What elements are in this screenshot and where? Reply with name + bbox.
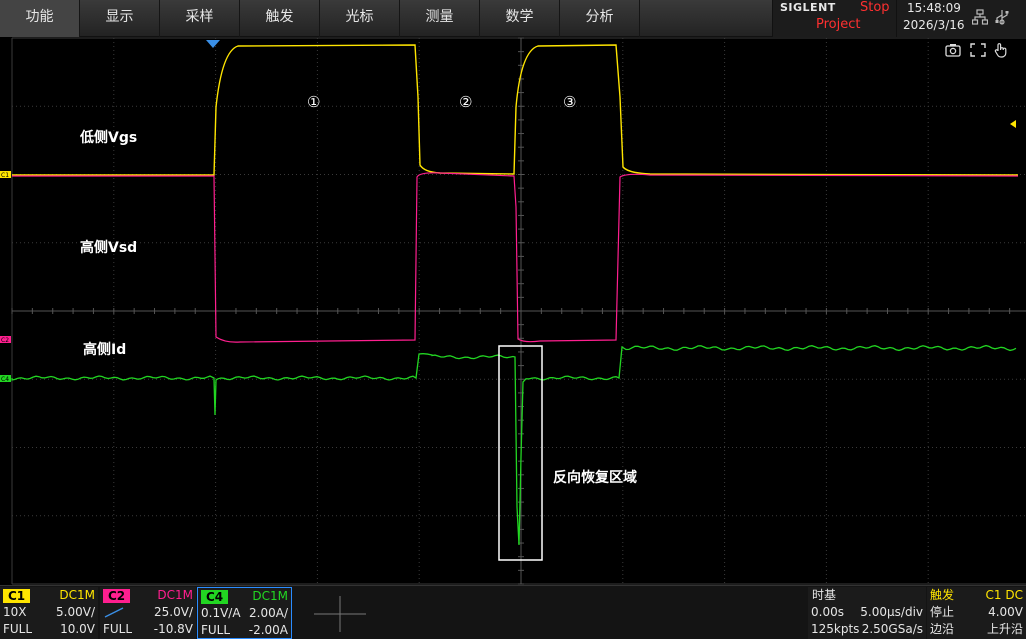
ch2-tag: C2 [103, 589, 131, 603]
trigger-level: 4.00V [988, 605, 1023, 619]
ch4-bandwidth: FULL [201, 623, 231, 637]
trigger-slope: 上升沿 [986, 622, 1023, 636]
menu-acquire[interactable]: 采样 [160, 0, 240, 37]
phase-1-label: ① [307, 93, 321, 111]
memory-depth: 125kpts [811, 622, 860, 636]
clock-date: 2026/3/16 [903, 18, 965, 32]
vgs-label: 低侧Vgs [80, 130, 138, 146]
timebase-scale: 5.00μs/div [860, 605, 923, 619]
ch4-offset-marker[interactable]: C4 [0, 375, 11, 383]
waveform-canvas[interactable]: C1 C2 C4 [0, 37, 1026, 585]
phase-2-label: ② [459, 93, 473, 111]
clock-time: 15:48:09 [907, 1, 961, 15]
waveform-display[interactable]: C1 C2 C4 低侧Vgs 高侧Vsd 高侧Id 反向恢复区域 ① ② ③ [0, 37, 1026, 585]
reverse-recovery-label: 反向恢复区域 [553, 470, 637, 486]
menu-math[interactable]: 数学 [480, 0, 560, 37]
ch1-settings[interactable]: C1 DC1M 10X 5.00V/ FULL 10.0V [0, 587, 98, 639]
sample-rate: 2.50GSa/s [861, 622, 923, 636]
ch1-offset: 10.0V [60, 622, 95, 636]
ch1-coupling: DC1M [59, 588, 95, 602]
ch4-marker-text: C4 [1, 376, 9, 383]
ch1-tag: C1 [3, 589, 31, 603]
usb-icon[interactable] [994, 9, 1010, 27]
trigger-level-marker[interactable] [1010, 120, 1016, 128]
ch2-settings[interactable]: C2 DC1M 25.0V/ FULL -10.8V [100, 587, 196, 639]
timebase-delay: 0.00s [811, 605, 844, 619]
timebase-title: 时基 [812, 588, 837, 602]
trigger-mode: 停止 [930, 605, 955, 619]
menu-analysis[interactable]: 分析 [560, 0, 640, 37]
trigger-source: C1 DC [985, 588, 1023, 602]
trigger-position-marker[interactable] [206, 40, 220, 48]
menu-cursor[interactable]: 光标 [320, 0, 400, 37]
graticule [11, 37, 1026, 585]
ch4-tag: C4 [201, 590, 229, 604]
menu-display[interactable]: 显示 [80, 0, 160, 37]
trigger-type: 边沿 [930, 622, 955, 636]
menu-trigger[interactable]: 触发 [240, 0, 320, 37]
ch4-trace [11, 344, 1017, 546]
touch-icon[interactable] [994, 42, 1008, 58]
ch4-probe: 0.1V/A [201, 606, 241, 620]
phase-3-label: ③ [563, 93, 577, 111]
add-channel-crosshair-icon[interactable] [314, 596, 366, 632]
network-icon[interactable] [972, 9, 988, 25]
ch2-bandwidth: FULL [103, 622, 133, 636]
ch2-probe-icon [104, 607, 124, 618]
ch4-scale: 2.00A/ [249, 606, 288, 620]
ch2-trace [12, 172, 1019, 343]
timebase-panel[interactable]: 时基 0.00s 5.00μs/div 125kpts 2.50GSa/s [808, 587, 926, 639]
ch1-marker-text: C1 [1, 172, 9, 179]
vsd-label: 高侧Vsd [80, 240, 138, 256]
fullscreen-icon[interactable] [970, 43, 986, 57]
trigger-panel[interactable]: 触发 C1 DC 停止 4.00V 边沿 上升沿 [927, 587, 1026, 639]
ch2-coupling: DC1M [157, 588, 193, 602]
ch2-marker-text: C2 [1, 337, 9, 344]
menu-measure[interactable]: 测量 [400, 0, 480, 37]
ch2-scale: 25.0V/ [154, 605, 193, 619]
trigger-title: 触发 [930, 588, 955, 602]
ch2-offset-marker[interactable]: C2 [0, 336, 11, 344]
ch4-settings[interactable]: C4 DC1M 0.1V/A 2.00A/ FULL -2.00A [197, 587, 292, 639]
ch4-offset: -2.00A [248, 623, 288, 637]
ch1-probe: 10X [3, 605, 27, 619]
id-label: 高侧Id [83, 342, 127, 358]
ch1-offset-marker[interactable]: C1 [0, 171, 11, 179]
camera-icon[interactable] [945, 43, 961, 57]
traces [11, 44, 1019, 546]
menu-function[interactable]: 功能 [0, 0, 80, 37]
ch1-bandwidth: FULL [3, 622, 33, 636]
ch2-offset: -10.8V [153, 622, 193, 636]
ch1-scale: 5.00V/ [56, 605, 95, 619]
run-state[interactable]: Stop [860, 0, 890, 15]
project-label: Project [816, 17, 861, 32]
ch1-trace [12, 44, 1019, 176]
ch4-coupling: DC1M [252, 589, 288, 603]
brand-logo: SIGLENT [780, 1, 836, 14]
